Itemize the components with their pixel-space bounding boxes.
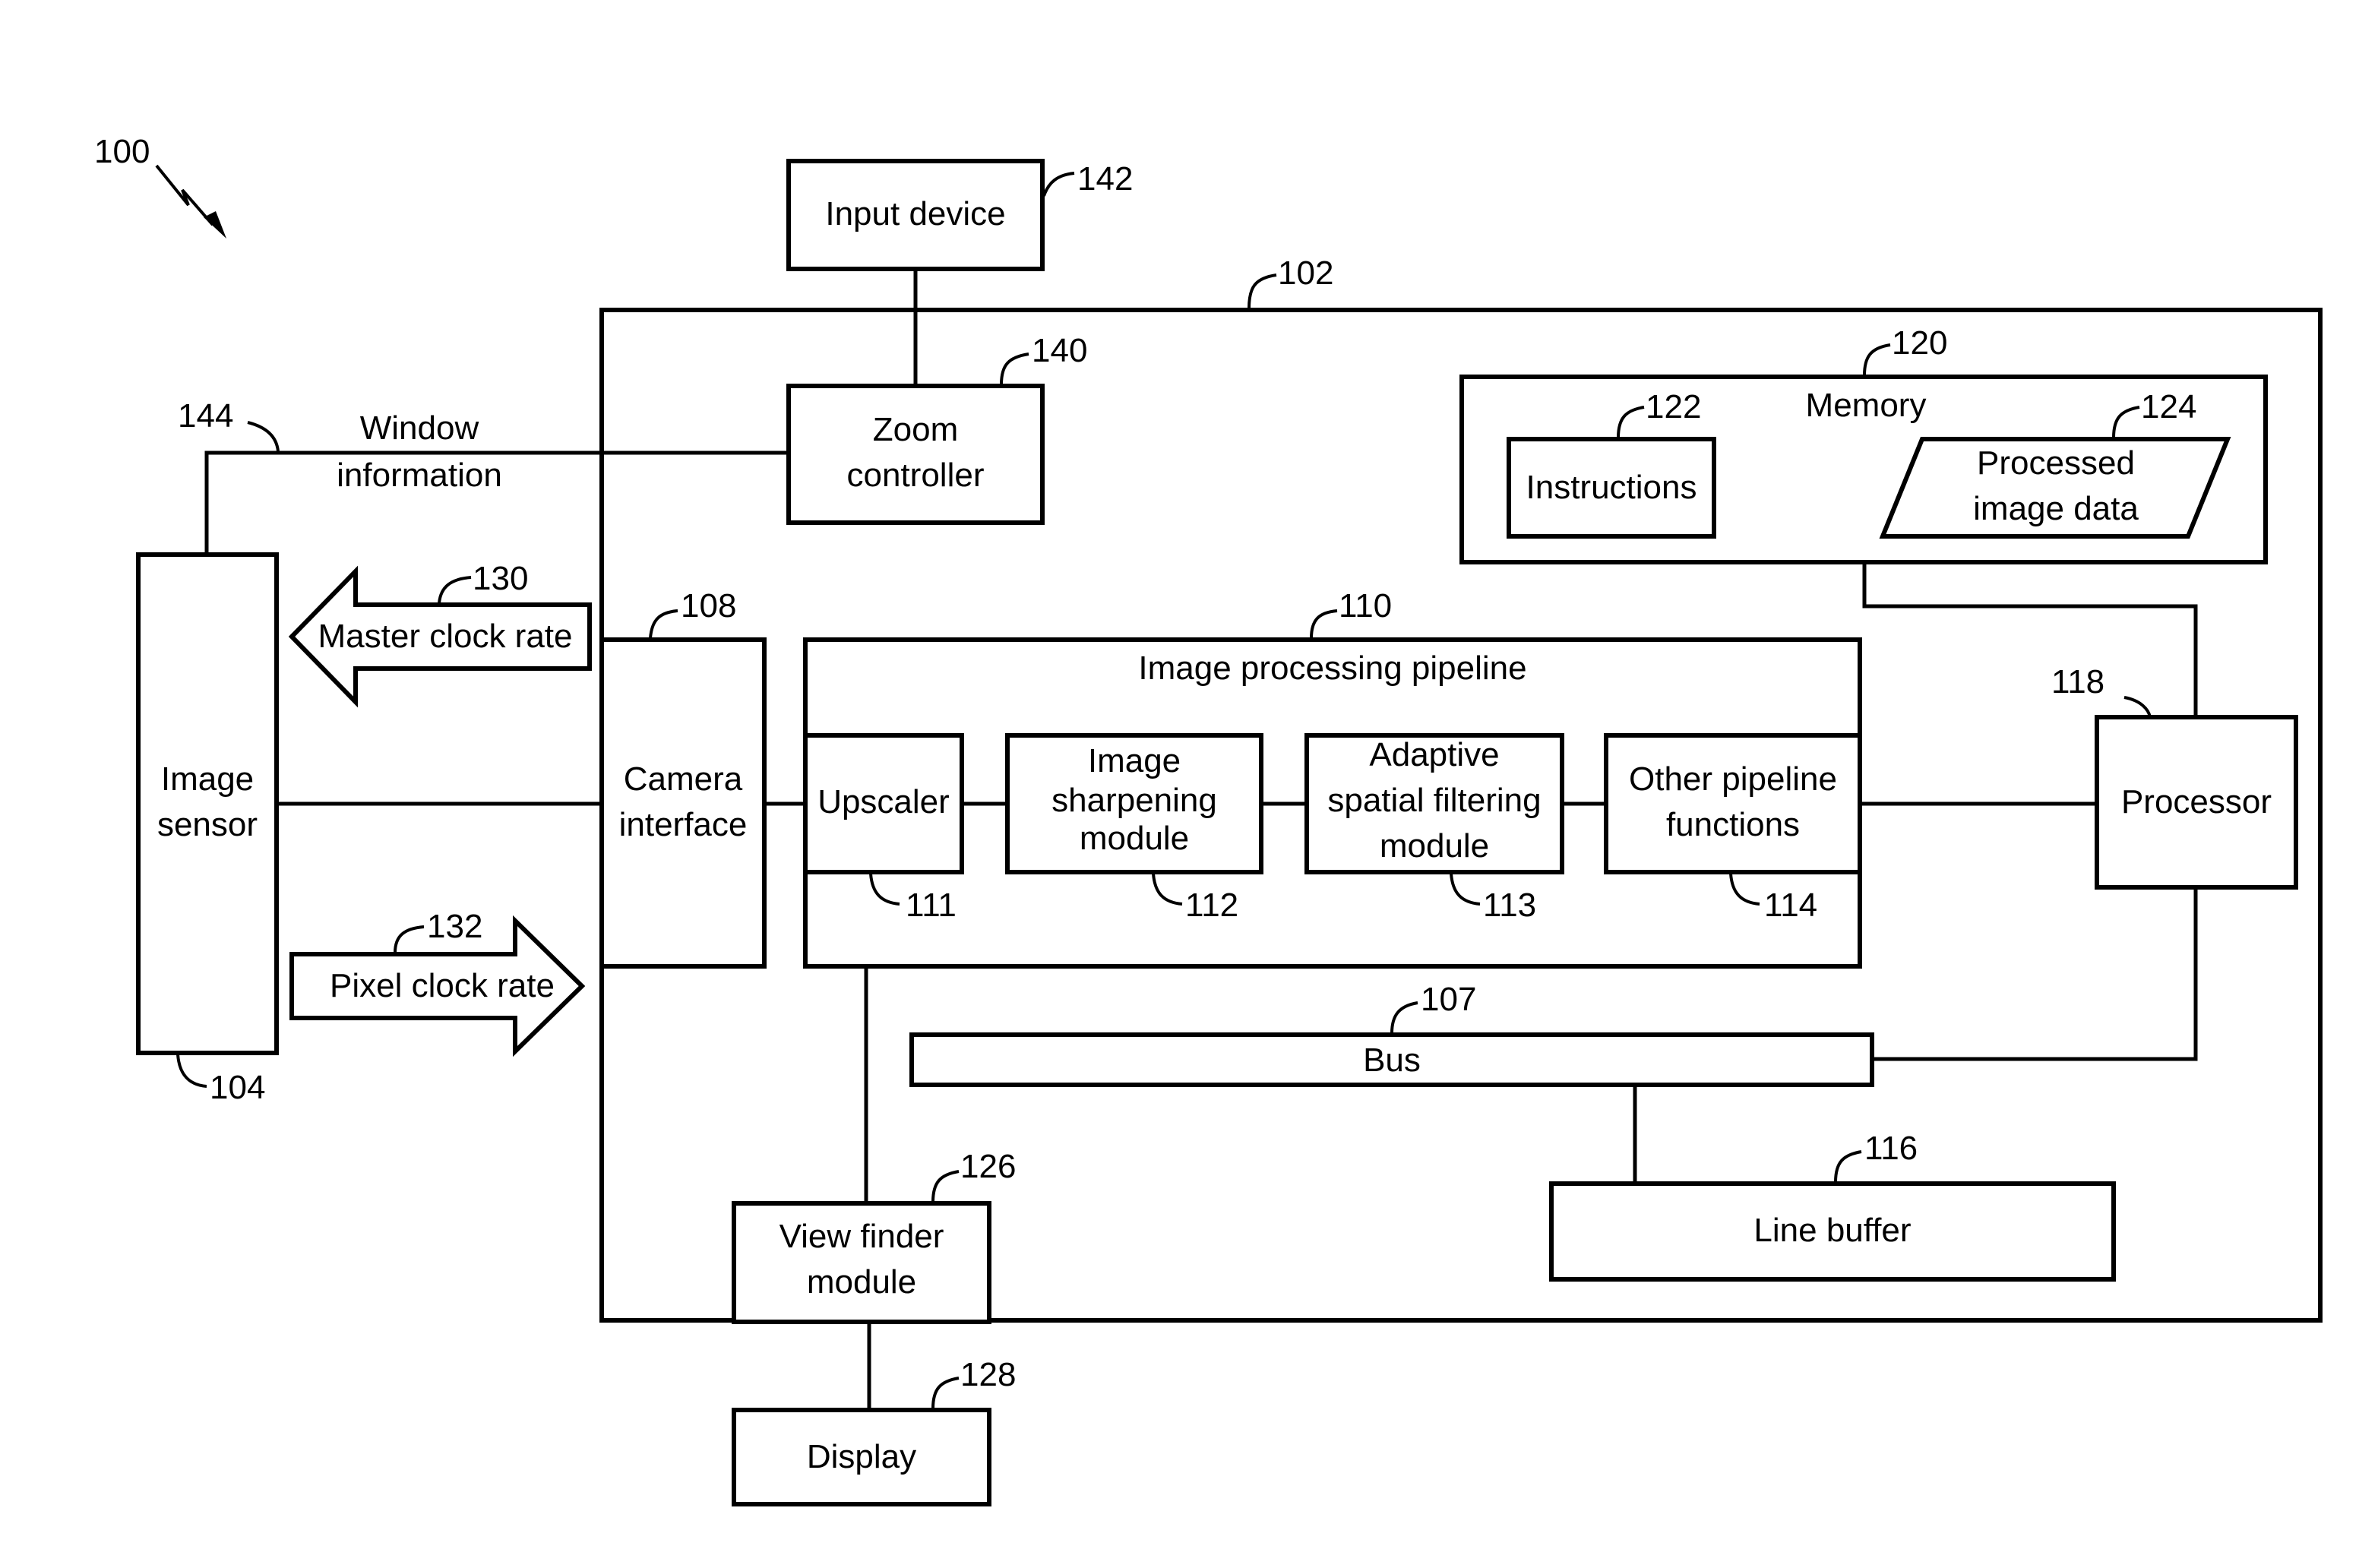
svg-text:Other pipeline: Other pipeline [1629, 760, 1837, 798]
svg-text:112: 112 [1185, 887, 1238, 924]
svg-text:sharpening: sharpening [1051, 782, 1217, 819]
leader-107 [1390, 1001, 1418, 1034]
svg-text:Camera: Camera [624, 760, 743, 798]
upscaler-block[interactable]: Upscaler [803, 733, 964, 874]
svg-text:Window: Window [360, 409, 479, 447]
processed-image-data-block[interactable]: Processed image data [1879, 437, 2231, 539]
svg-text:spatial filtering: spatial filtering [1327, 782, 1541, 819]
svg-text:114: 114 [1764, 887, 1817, 924]
block-diagram: 100 102 Input device 142 Zoom controller… [94, 133, 2323, 1506]
svg-text:Display: Display [807, 1438, 916, 1475]
svg-text:controller: controller [847, 457, 985, 494]
svg-text:132: 132 [427, 908, 482, 945]
svg-text:108: 108 [681, 587, 736, 624]
leader-104 [176, 1054, 207, 1088]
svg-text:130: 130 [473, 560, 528, 597]
leader-140 [1000, 352, 1029, 385]
svg-text:Adaptive: Adaptive [1369, 736, 1499, 773]
svg-text:Master clock rate: Master clock rate [318, 618, 573, 655]
svg-text:113: 113 [1483, 887, 1536, 924]
svg-text:144: 144 [178, 397, 233, 435]
leader-120 [1863, 343, 1891, 376]
svg-text:module: module [807, 1263, 916, 1301]
master-clock-rate-arrow: Master clock rate [288, 565, 592, 708]
svg-text:100: 100 [94, 133, 150, 170]
zoom-controller-block[interactable]: Zoom controller [786, 384, 1045, 525]
leader-144 [247, 421, 280, 452]
leader-108 [649, 609, 678, 639]
svg-text:Input device: Input device [825, 195, 1005, 232]
svg-text:Image processing pipeline: Image processing pipeline [1138, 650, 1526, 687]
other-pipeline-functions-block[interactable]: Other pipeline functions [1604, 733, 1862, 874]
svg-text:Image: Image [1088, 742, 1181, 779]
svg-text:116: 116 [1864, 1130, 1918, 1167]
leader-130 [438, 576, 472, 604]
svg-text:104: 104 [210, 1069, 265, 1106]
svg-text:Processed: Processed [1977, 444, 2135, 482]
svg-text:102: 102 [1278, 254, 1333, 292]
figure-ref-100: 100 [94, 133, 226, 239]
instructions-block[interactable]: Instructions [1507, 437, 1716, 539]
svg-text:module: module [1380, 827, 1489, 865]
svg-text:module: module [1080, 820, 1189, 857]
connector-memory-processor [1862, 562, 2198, 717]
processor-block[interactable]: Processor [2095, 715, 2298, 890]
camera-interface-block[interactable]: Camera interface [599, 637, 767, 969]
svg-text:Image: Image [161, 760, 254, 798]
leader-128 [931, 1377, 960, 1409]
arrowhead-icon [204, 211, 226, 239]
svg-text:118: 118 [2051, 663, 2104, 700]
svg-text:110: 110 [1339, 587, 1392, 624]
svg-text:128: 128 [960, 1356, 1016, 1393]
bus-block[interactable]: Bus [909, 1032, 1874, 1087]
image-sharpening-module-block[interactable]: Image sharpening module [1005, 733, 1263, 874]
svg-text:View finder: View finder [779, 1218, 944, 1255]
leader-142 [1042, 172, 1075, 197]
leader-102 [1247, 273, 1277, 309]
svg-text:122: 122 [1646, 388, 1701, 425]
svg-text:Pixel clock rate: Pixel clock rate [330, 967, 555, 1004]
image-sensor-block[interactable]: Image sensor [136, 552, 279, 1055]
svg-text:Line buffer: Line buffer [1753, 1212, 1911, 1249]
line-buffer-block[interactable]: Line buffer [1549, 1181, 2116, 1282]
svg-text:sensor: sensor [157, 806, 258, 843]
svg-text:Memory: Memory [1806, 387, 1927, 424]
svg-text:Zoom: Zoom [873, 411, 958, 448]
svg-text:interface: interface [619, 806, 748, 843]
svg-text:Upscaler: Upscaler [817, 783, 950, 820]
svg-text:Instructions: Instructions [1526, 469, 1697, 506]
svg-text:140: 140 [1032, 332, 1087, 369]
svg-text:functions: functions [1666, 806, 1800, 843]
svg-text:111: 111 [906, 887, 957, 924]
leader-116 [1834, 1150, 1862, 1183]
leader-132 [394, 925, 425, 953]
svg-text:Bus: Bus [1363, 1042, 1421, 1079]
svg-text:information: information [337, 457, 502, 494]
display-block[interactable]: Display [732, 1408, 991, 1506]
adaptive-spatial-filtering-module-block[interactable]: Adaptive spatial filtering module [1304, 733, 1564, 874]
svg-text:image data: image data [1973, 490, 2139, 527]
input-device-block[interactable]: Input device [786, 159, 1045, 271]
lightning-arrow-icon [155, 164, 214, 226]
leader-126 [931, 1170, 960, 1203]
leader-118 [2123, 696, 2152, 718]
svg-text:142: 142 [1077, 160, 1133, 198]
svg-text:107: 107 [1421, 981, 1476, 1018]
view-finder-module-block[interactable]: View finder module [732, 1201, 991, 1324]
svg-text:126: 126 [960, 1148, 1016, 1185]
leader-110 [1310, 609, 1338, 639]
svg-text:124: 124 [2141, 388, 2196, 425]
svg-text:120: 120 [1892, 324, 1947, 362]
svg-text:Processor: Processor [2121, 783, 2272, 820]
connector-processor-bus [1872, 887, 2198, 1061]
